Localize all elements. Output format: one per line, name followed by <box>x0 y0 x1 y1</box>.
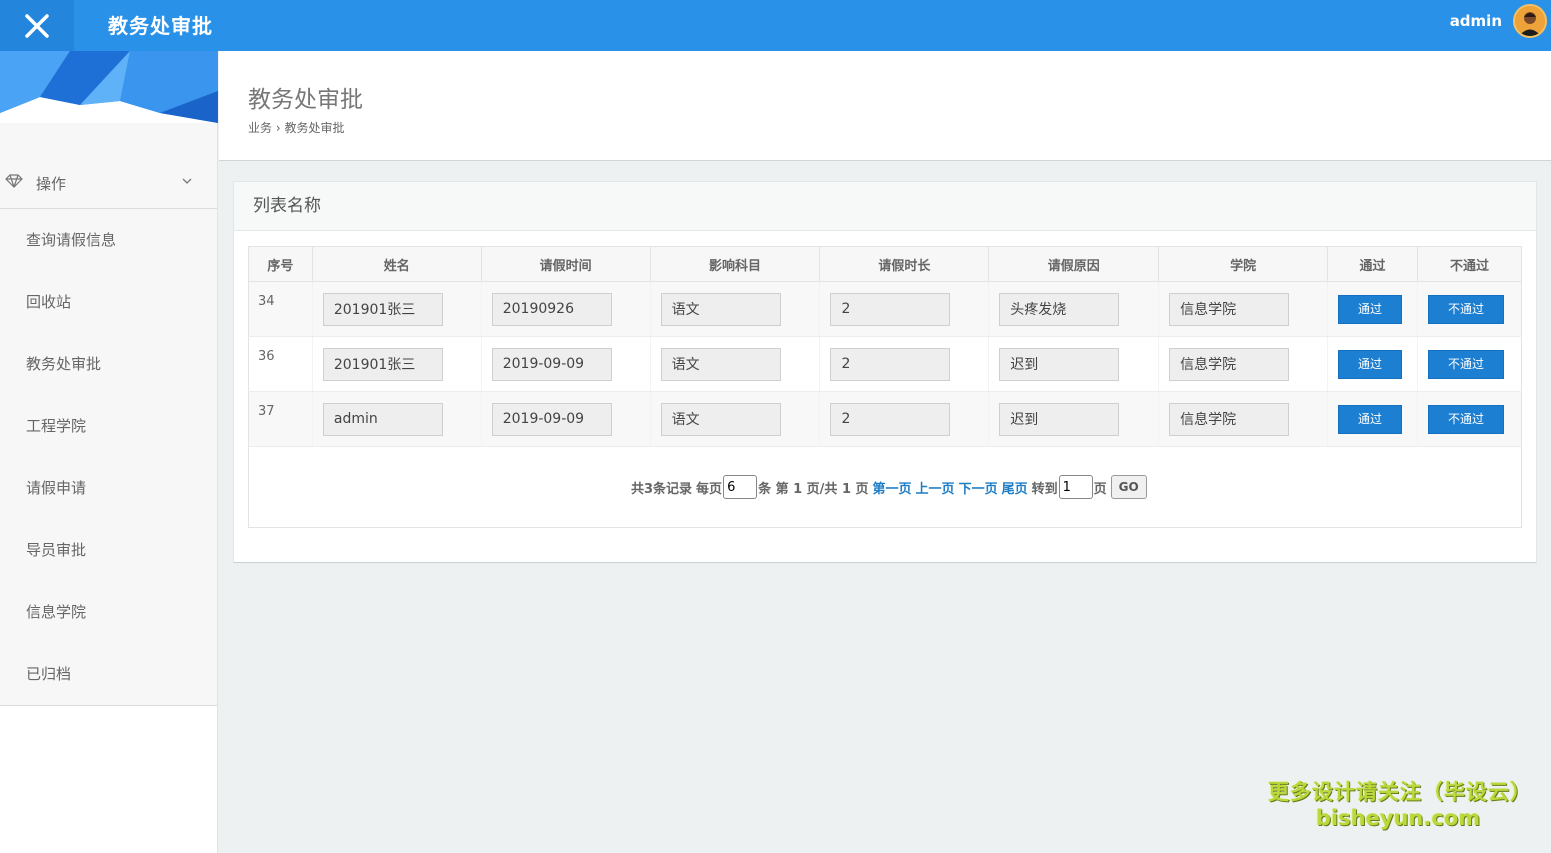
breadcrumb-parent[interactable]: 业务 <box>248 121 272 135</box>
user-name[interactable]: admin <box>1450 12 1502 30</box>
subject-field[interactable] <box>660 347 781 381</box>
sidebar-item-academic-approval[interactable]: 教务处审批 <box>0 333 217 395</box>
table-row: 36 通过 不通过 <box>248 336 1523 392</box>
prev-page-link[interactable]: 上一页 <box>916 478 955 497</box>
reason-field[interactable] <box>999 347 1120 381</box>
page-status-text: 条 第 1 页/共 1 页 <box>758 481 869 497</box>
duration-field[interactable] <box>830 347 951 381</box>
sidebar-footer-space <box>0 706 217 853</box>
reason-field[interactable] <box>999 402 1120 436</box>
sidebar-item-archived[interactable]: 已归档 <box>0 643 217 705</box>
table-row: 34 通过 不通过 <box>248 281 1523 337</box>
first-page-link[interactable]: 第一页 <box>873 478 912 497</box>
reject-button[interactable]: 不通过 <box>1427 404 1504 434</box>
table-header-row: 序号 姓名 请假时间 影响科目 请假时长 请假原因 学院 通过 不通过 <box>248 246 1523 282</box>
breadcrumb-current: 教务处审批 <box>284 121 345 135</box>
go-button[interactable]: GO <box>1110 475 1147 499</box>
leave-table: 序号 姓名 请假时间 影响科目 请假时长 请假原因 学院 通过 不通过 34 通… <box>248 246 1523 447</box>
sidebar: 操作 查询请假信息 回收站 教务处审批 工程学院 请假申请 导员审批 信息学院 … <box>0 51 218 853</box>
watermark-line1: 更多设计请关注（毕设云） <box>1268 780 1532 804</box>
column-header-date: 请假时间 <box>480 246 651 282</box>
sidebar-item-engineering-college[interactable]: 工程学院 <box>0 395 217 457</box>
sidebar-item-recycle-bin[interactable]: 回收站 <box>0 271 217 333</box>
approve-button[interactable]: 通过 <box>1338 349 1403 379</box>
diamond-icon <box>5 174 23 188</box>
college-field[interactable] <box>1169 347 1290 381</box>
app-title: 教务处审批 <box>108 14 213 38</box>
name-field[interactable] <box>322 347 443 381</box>
watermark: 更多设计请关注（毕设云） bisheyun.com <box>1268 776 1532 830</box>
sidebar-item-information-college[interactable]: 信息学院 <box>0 581 217 643</box>
reject-button[interactable]: 不通过 <box>1427 294 1504 324</box>
sidebar-section-operations[interactable]: 操作 <box>0 157 217 209</box>
approve-button[interactable]: 通过 <box>1338 294 1403 324</box>
name-field[interactable] <box>322 292 443 326</box>
breadcrumb-separator: › <box>275 121 281 135</box>
sidebar-banner <box>0 51 218 123</box>
column-header-id: 序号 <box>248 246 313 282</box>
date-field[interactable] <box>491 402 612 436</box>
approve-button[interactable]: 通过 <box>1338 404 1403 434</box>
subject-field[interactable] <box>660 292 781 326</box>
row-id: 34 <box>248 281 313 337</box>
duration-field[interactable] <box>830 292 951 326</box>
per-page-label: 每页 <box>696 481 723 497</box>
sidebar-menu: 查询请假信息 回收站 教务处审批 工程学院 请假申请 导员审批 信息学院 已归档 <box>0 209 217 706</box>
per-page-input[interactable] <box>723 475 758 499</box>
reject-button[interactable]: 不通过 <box>1427 349 1504 379</box>
list-panel: 列表名称 序号 姓名 请假时间 影响科目 请假时长 请假原因 学院 通过 不通过… <box>233 181 1537 563</box>
column-header-college: 学院 <box>1158 246 1329 282</box>
goto-page-input[interactable] <box>1058 475 1093 499</box>
breadcrumb: 业务 › 教务处审批 <box>248 119 345 136</box>
goto-label: 转到 <box>1031 481 1058 497</box>
date-field[interactable] <box>491 292 612 326</box>
duration-field[interactable] <box>830 402 951 436</box>
close-button[interactable] <box>0 0 74 51</box>
college-field[interactable] <box>1169 292 1290 326</box>
column-header-reason: 请假原因 <box>988 246 1160 282</box>
name-field[interactable] <box>322 402 443 436</box>
column-header-duration: 请假时长 <box>819 246 990 282</box>
column-header-subject: 影响科目 <box>649 246 821 282</box>
total-records-text: 共3条记录 <box>631 481 693 497</box>
column-header-pass: 通过 <box>1327 246 1418 282</box>
last-page-link[interactable]: 尾页 <box>1002 478 1028 497</box>
page-suffix: 页 <box>1093 481 1107 497</box>
watermark-line2: bisheyun.com <box>1315 806 1481 830</box>
sidebar-item-query-leave[interactable]: 查询请假信息 <box>0 209 217 271</box>
sidebar-item-counselor-approval[interactable]: 导员审批 <box>0 519 217 581</box>
close-icon <box>25 13 49 38</box>
chevron-down-icon <box>182 178 192 184</box>
reason-field[interactable] <box>999 292 1120 326</box>
row-id: 36 <box>248 336 313 392</box>
next-page-link[interactable]: 下一页 <box>959 478 998 497</box>
page-header: 教务处审批 业务 › 教务处审批 <box>219 51 1551 161</box>
panel-title: 列表名称 <box>234 182 1536 231</box>
column-header-name: 姓名 <box>311 246 482 282</box>
date-field[interactable] <box>491 347 612 381</box>
table-row: 37 通过 不通过 <box>248 391 1523 447</box>
sidebar-section-label: 操作 <box>36 175 67 193</box>
pagination: 共3条记录 每页 条 第 1 页/共 1 页 第一页 上一页 下一页 尾页 转到… <box>248 447 1522 528</box>
avatar[interactable] <box>1513 4 1547 38</box>
college-field[interactable] <box>1169 402 1290 436</box>
polygon-banner-image <box>0 51 218 123</box>
subject-field[interactable] <box>660 402 781 436</box>
sidebar-item-leave-application[interactable]: 请假申请 <box>0 457 217 519</box>
page-title: 教务处审批 <box>248 87 363 113</box>
pagination-controls: 共3条记录 每页 条 第 1 页/共 1 页 第一页 上一页 下一页 尾页 转到… <box>631 475 1147 499</box>
row-id: 37 <box>248 391 313 447</box>
user-avatar-icon <box>1515 6 1545 36</box>
top-bar: 教务处审批 admin <box>0 0 1551 51</box>
column-header-fail: 不通过 <box>1416 246 1523 282</box>
